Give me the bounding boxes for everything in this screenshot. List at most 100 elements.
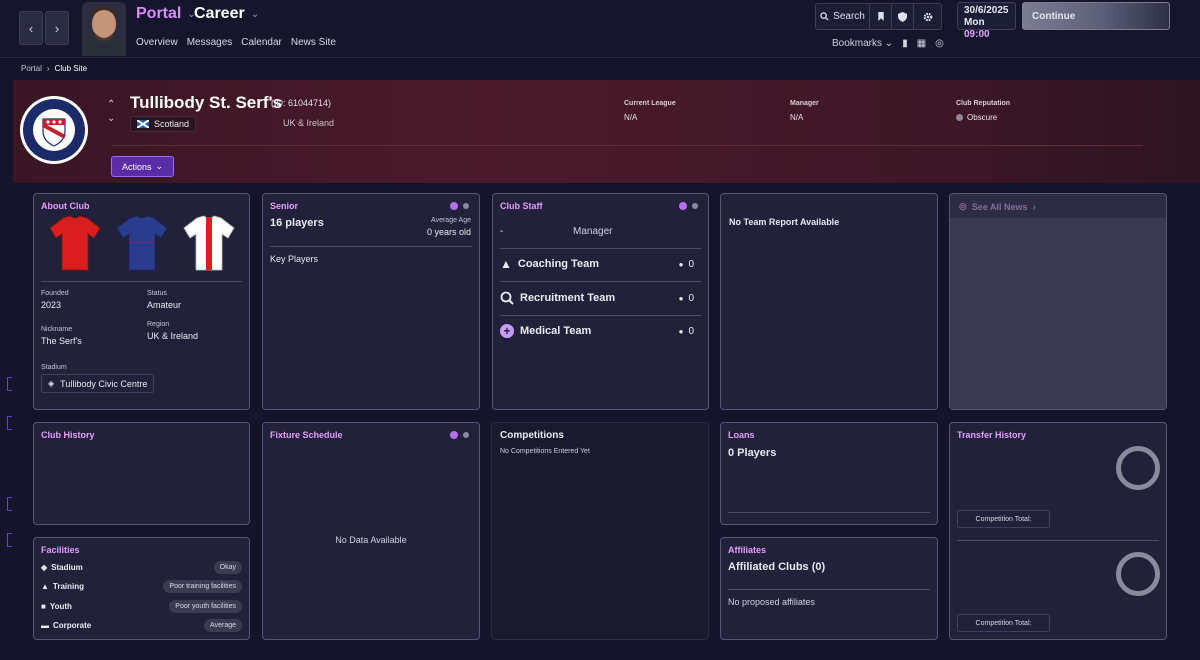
avg-age-label: Average Age bbox=[431, 217, 471, 224]
news-panel: ◎ See All News › bbox=[949, 193, 1167, 410]
forward-button[interactable]: › bbox=[45, 11, 69, 45]
corporate-icon: ▬ bbox=[41, 621, 49, 630]
career-menu[interactable]: Career ⌄ bbox=[194, 5, 259, 23]
divider bbox=[270, 246, 472, 247]
panel-title[interactable]: Loans bbox=[728, 430, 755, 440]
stat-label: Current League bbox=[624, 100, 676, 107]
panel-title[interactable]: Affiliates bbox=[728, 545, 766, 555]
manager-avatar[interactable] bbox=[82, 2, 126, 56]
back-button[interactable]: ‹ bbox=[19, 11, 43, 45]
facility-rating: Average bbox=[204, 619, 242, 632]
competition-total-label: Competition Total: bbox=[957, 510, 1050, 528]
date-display[interactable]: 30/6/2025 Mon 09:00 bbox=[957, 2, 1016, 40]
sub-navigation: Overview Messages Calendar News Site bbox=[136, 37, 336, 48]
loans-panel: Loans 0 Players bbox=[720, 422, 938, 525]
facility-rating: Poor youth facilities bbox=[169, 600, 242, 613]
edge-marker bbox=[7, 416, 12, 430]
key-players-label: Key Players bbox=[270, 254, 319, 264]
club-history-panel: Club History bbox=[33, 422, 250, 525]
club-header: ⌃ ⌄ Tullibody St. Serf's (ID: 61044714) … bbox=[13, 80, 1200, 183]
bookmarks-label: Bookmarks bbox=[832, 38, 883, 49]
affiliated-clubs-count: Affiliated Clubs (0) bbox=[728, 561, 826, 573]
calendar-icon[interactable]: ▦ bbox=[917, 38, 926, 49]
see-all-news-link[interactable]: ◎ See All News › bbox=[959, 201, 1036, 212]
divider bbox=[728, 512, 930, 513]
portal-menu[interactable]: Portal ⌄ bbox=[136, 5, 196, 23]
staff-count: ● 0 bbox=[679, 326, 694, 337]
loan-count: 0 Players bbox=[728, 447, 777, 459]
bookmark-button[interactable] bbox=[870, 4, 892, 29]
field-value: 2023 bbox=[41, 300, 62, 310]
breadcrumb-club-site: Club Site bbox=[54, 64, 88, 73]
stat-value: N/A bbox=[624, 113, 638, 122]
page-dot-active[interactable] bbox=[679, 202, 687, 210]
recruitment-team-row[interactable]: Recruitment Team ● 0 bbox=[500, 283, 701, 313]
panel-title[interactable]: Fixture Schedule bbox=[270, 430, 343, 440]
panel-title[interactable]: Club History bbox=[41, 430, 95, 440]
avg-age-value: 0 years old bbox=[426, 227, 471, 237]
top-bar: ‹ › Portal ⌄ Career ⌄ Overview Messages … bbox=[0, 0, 1200, 58]
day-text: Mon bbox=[964, 17, 985, 28]
region-field: Region UK & Ireland bbox=[147, 321, 198, 341]
panel-title[interactable]: Senior bbox=[270, 201, 298, 211]
facility-rating: Okay bbox=[213, 561, 242, 574]
divider bbox=[728, 589, 930, 590]
transfer-ring-chart bbox=[1116, 552, 1160, 596]
reputation-value: Obscure bbox=[956, 113, 1010, 122]
bookmarks-menu[interactable]: Bookmarks ⌄ bbox=[832, 38, 893, 49]
competitions-panel: Competitions No Competitions Entered Yet bbox=[491, 422, 709, 640]
previous-club-button[interactable]: ⌃ bbox=[107, 99, 115, 110]
nav-news-site[interactable]: News Site bbox=[291, 37, 336, 48]
time-text: 09:00 bbox=[964, 29, 990, 40]
page-dot-active[interactable] bbox=[450, 202, 458, 210]
continue-button[interactable]: Continue bbox=[1022, 2, 1170, 30]
globe-icon[interactable]: ◎ bbox=[935, 38, 944, 49]
page-dot[interactable] bbox=[463, 203, 469, 209]
coaching-team-row[interactable]: ▲ Coaching Team ● 0 bbox=[500, 249, 701, 279]
chat-icon[interactable]: ▮ bbox=[902, 38, 908, 49]
nav-calendar[interactable]: Calendar bbox=[241, 37, 282, 48]
panel-title: Competitions bbox=[500, 430, 564, 441]
transfer-ring-chart bbox=[1116, 446, 1160, 490]
panel-title[interactable]: About Club bbox=[41, 201, 90, 211]
cone-icon: ▲ bbox=[500, 257, 512, 271]
staff-count: ● 0 bbox=[679, 293, 694, 304]
staff-count: ● 0 bbox=[679, 259, 694, 270]
next-club-button[interactable]: ⌄ bbox=[107, 113, 115, 124]
nav-messages[interactable]: Messages bbox=[187, 37, 233, 48]
field-value: The Serf's bbox=[41, 336, 82, 346]
founded-field: Founded 2023 bbox=[41, 290, 69, 310]
page-dot[interactable] bbox=[692, 203, 698, 209]
pagination-dots bbox=[450, 202, 469, 210]
actions-button[interactable]: Actions ⌄ bbox=[111, 156, 174, 177]
chevron-right-icon: › bbox=[46, 64, 50, 73]
globe-icon: ◎ bbox=[959, 201, 967, 211]
count-value: 0 bbox=[688, 258, 694, 270]
nation-label: Scotland bbox=[154, 119, 190, 129]
home-kit-icon bbox=[49, 215, 101, 271]
medical-team-row[interactable]: + Medical Team ● 0 bbox=[500, 316, 701, 346]
field-label: Region bbox=[147, 321, 170, 328]
panel-title[interactable]: Transfer History bbox=[957, 430, 1026, 440]
field-value: UK & Ireland bbox=[147, 331, 199, 341]
nav-overview[interactable]: Overview bbox=[136, 37, 178, 48]
competition-total-label: Competition Total: bbox=[957, 614, 1050, 632]
divider bbox=[957, 540, 1159, 541]
player-count: 16 players bbox=[270, 217, 324, 229]
nation-badge[interactable]: Scotland bbox=[130, 116, 197, 132]
reputation-stat: Club Reputation Obscure bbox=[956, 100, 1010, 122]
fixture-schedule-panel: Fixture Schedule No Data Available bbox=[262, 422, 480, 640]
average-age: Average Age 0 years old bbox=[427, 217, 471, 237]
page-dot[interactable] bbox=[463, 432, 469, 438]
stadium-link[interactable]: ◈ Tullibody Civic Centre bbox=[41, 374, 155, 393]
club-button[interactable] bbox=[892, 4, 914, 29]
page-dot-active[interactable] bbox=[450, 431, 458, 439]
panel-title[interactable]: Club Staff bbox=[500, 201, 543, 211]
panel-title[interactable]: Facilities bbox=[41, 545, 80, 555]
reputation-dot-icon bbox=[956, 114, 963, 121]
manager-stat: Manager N/A bbox=[790, 100, 819, 122]
search-button[interactable]: Search bbox=[816, 4, 870, 29]
breadcrumb-portal[interactable]: Portal bbox=[21, 64, 42, 73]
staff-label: Recruitment Team bbox=[520, 292, 616, 304]
settings-button[interactable] bbox=[914, 4, 941, 29]
